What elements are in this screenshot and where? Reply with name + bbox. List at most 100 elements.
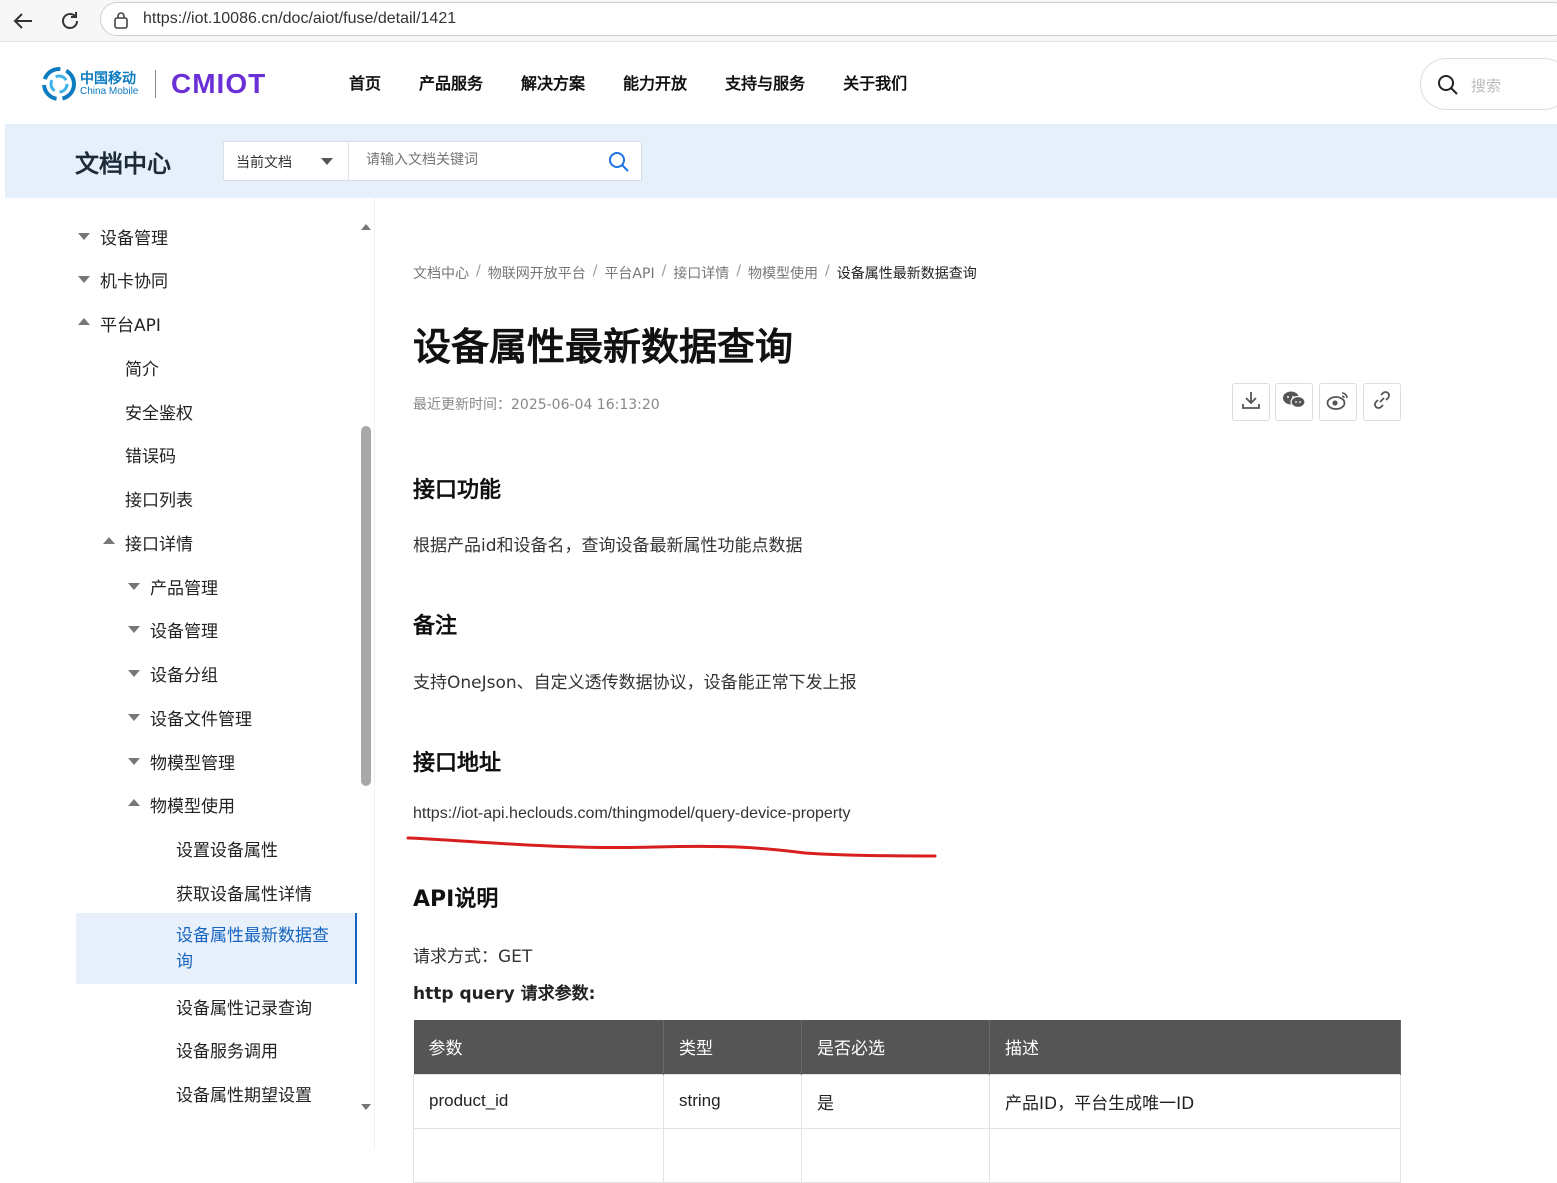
logo-text-cn: 中国移动 <box>80 71 136 87</box>
breadcrumb-doc-center[interactable]: 文档中心 <box>413 263 469 283</box>
column-header-description: 描述 <box>989 1020 1401 1074</box>
sidebar-item-error-codes[interactable]: 错误码 <box>125 442 176 467</box>
caret-down-icon[interactable] <box>128 626 140 633</box>
breadcrumb-iot-platform[interactable]: 物联网开放平台 <box>488 263 586 283</box>
doc-search-bar: 当前文档 <box>223 141 642 181</box>
browser-toolbar: https://iot.10086.cn/doc/aiot/fuse/detai… <box>0 0 1557 42</box>
url-text: https://iot.10086.cn/doc/aiot/fuse/detai… <box>143 10 457 27</box>
doc-scope-label: 当前文档 <box>236 155 292 171</box>
nav-open-capabilities[interactable]: 能力开放 <box>623 70 687 94</box>
search-icon[interactable] <box>608 151 630 173</box>
header-search-placeholder: 搜索 <box>1471 77 1502 95</box>
doc-search-input[interactable] <box>366 152 596 168</box>
sidebar-item-auth[interactable]: 安全鉴权 <box>125 399 193 424</box>
caret-up-icon[interactable] <box>78 318 90 325</box>
sidebar-item-api-list[interactable]: 接口列表 <box>125 486 193 511</box>
column-header-required: 是否必选 <box>801 1020 990 1074</box>
breadcrumb-separator: / <box>661 263 667 279</box>
sidebar-item-latest-property-active[interactable]: 设备属性最新数据查询 <box>76 913 357 984</box>
section-note-heading: 备注 <box>413 614 458 639</box>
sidebar-item-thing-model-mgmt[interactable]: 物模型管理 <box>150 749 235 774</box>
sidebar-item-platform-api[interactable]: 平台API <box>100 311 161 336</box>
sidebar-item-device-mgmt[interactable]: 设备管理 <box>100 224 168 249</box>
params-table: 参数 类型 是否必选 描述 product_id string 是 产品ID，平… <box>413 1020 1401 1183</box>
breadcrumb: 文档中心 / 物联网开放平台 / 平台API / 接口详情 / 物模型使用 / … <box>413 263 977 283</box>
caret-up-icon[interactable] <box>103 537 115 544</box>
logo-divider <box>155 70 156 98</box>
download-button[interactable] <box>1232 383 1270 421</box>
chevron-down-icon <box>321 158 333 165</box>
caret-down-icon[interactable] <box>128 758 140 765</box>
link-icon <box>1371 389 1393 415</box>
nav-home[interactable]: 首页 <box>349 70 381 94</box>
scroll-up-arrow-icon[interactable] <box>361 224 371 230</box>
cmiot-logo[interactable]: CMIOT <box>171 68 266 100</box>
nav-about[interactable]: 关于我们 <box>843 70 907 94</box>
sidebar-item-property-history[interactable]: 设备属性记录查询 <box>176 994 312 1019</box>
sidebar-item-service-invoke[interactable]: 设备服务调用 <box>176 1037 278 1062</box>
red-underline-annotation <box>406 836 937 858</box>
download-icon <box>1240 389 1262 415</box>
breadcrumb-thing-model-use[interactable]: 物模型使用 <box>748 263 818 283</box>
site-header: 中国移动 China Mobile CMIOT 首页 产品服务 解决方案 能力开… <box>5 42 1557 124</box>
nav-support[interactable]: 支持与服务 <box>725 70 805 94</box>
sidebar-item-device-files[interactable]: 设备文件管理 <box>150 705 252 730</box>
last-updated: 最近更新时间：2025-06-04 16:13:20 <box>413 397 660 413</box>
site-info-icon[interactable] <box>111 11 131 29</box>
breadcrumb-separator: / <box>736 263 742 279</box>
table-cell: product_id <box>413 1073 664 1129</box>
table-row <box>413 1127 1401 1183</box>
copy-link-button[interactable] <box>1363 383 1401 421</box>
doc-center-title: 文档中心 <box>75 150 171 178</box>
sidebar-item-product-mgmt[interactable]: 产品管理 <box>150 574 218 599</box>
breadcrumb-separator: / <box>592 263 598 279</box>
sidebar-item-intro[interactable]: 简介 <box>125 355 159 380</box>
sidebar-item-device-mgmt-2[interactable]: 设备管理 <box>150 617 218 642</box>
address-bar[interactable]: https://iot.10086.cn/doc/aiot/fuse/detai… <box>100 2 1557 36</box>
doc-scope-select[interactable]: 当前文档 <box>224 142 349 180</box>
sidebar-item-label: 设备属性最新数据查询 <box>176 926 329 972</box>
reload-icon[interactable] <box>55 6 85 36</box>
caret-up-icon[interactable] <box>128 799 140 806</box>
doc-content: 文档中心 / 物联网开放平台 / 平台API / 接口详情 / 物模型使用 / … <box>375 198 1557 1183</box>
section-function-heading: 接口功能 <box>413 478 502 503</box>
sidebar-item-desired-property[interactable]: 设备属性期望设置 <box>176 1081 312 1106</box>
table-cell <box>801 1127 990 1183</box>
section-api-heading: API说明 <box>413 887 499 912</box>
china-mobile-logo-icon[interactable] <box>41 66 77 102</box>
section-function-text: 根据产品id和设备名，查询设备最新属性功能点数据 <box>413 536 803 556</box>
section-address-heading: 接口地址 <box>413 751 502 776</box>
caret-down-icon[interactable] <box>78 276 90 283</box>
share-wechat-button[interactable] <box>1275 383 1313 421</box>
breadcrumb-platform-api[interactable]: 平台API <box>604 263 654 283</box>
nav-solutions[interactable]: 解决方案 <box>521 70 585 94</box>
sidebar-scrollbar-thumb[interactable] <box>361 426 371 786</box>
breadcrumb-api-detail[interactable]: 接口详情 <box>673 263 729 283</box>
weibo-icon <box>1326 389 1350 415</box>
header-search-box[interactable]: 搜索 <box>1420 58 1557 110</box>
table-cell <box>413 1127 664 1183</box>
share-weibo-button[interactable] <box>1319 383 1357 421</box>
caret-down-icon[interactable] <box>128 670 140 677</box>
wechat-icon <box>1282 389 1306 415</box>
search-icon[interactable] <box>1437 74 1459 96</box>
caret-down-icon[interactable] <box>128 714 140 721</box>
table-header-row: 参数 类型 是否必选 描述 <box>413 1020 1401 1074</box>
sidebar-item-device-group[interactable]: 设备分组 <box>150 661 218 686</box>
section-note-text: 支持OneJson、自定义透传数据协议，设备能正常下发上报 <box>413 673 857 693</box>
sidebar-item-set-property[interactable]: 设置设备属性 <box>176 836 278 861</box>
scroll-down-arrow-icon[interactable] <box>361 1104 371 1110</box>
sidebar-item-api-detail[interactable]: 接口详情 <box>125 530 193 555</box>
breadcrumb-separator: / <box>825 263 830 279</box>
back-icon[interactable] <box>8 6 38 36</box>
caret-down-icon[interactable] <box>78 233 90 240</box>
doc-center-banner: 文档中心 当前文档 <box>5 124 1557 198</box>
table-cell: string <box>663 1073 802 1129</box>
sidebar-item-thing-model-use[interactable]: 物模型使用 <box>150 792 235 817</box>
sidebar-item-card-collab[interactable]: 机卡协同 <box>100 267 168 292</box>
page-title: 设备属性最新数据查询 <box>413 325 794 369</box>
sidebar-item-get-property[interactable]: 获取设备属性详情 <box>176 880 312 905</box>
caret-down-icon[interactable] <box>128 583 140 590</box>
nav-products[interactable]: 产品服务 <box>419 70 483 94</box>
main-nav: 首页 产品服务 解决方案 能力开放 支持与服务 关于我们 <box>349 70 907 94</box>
